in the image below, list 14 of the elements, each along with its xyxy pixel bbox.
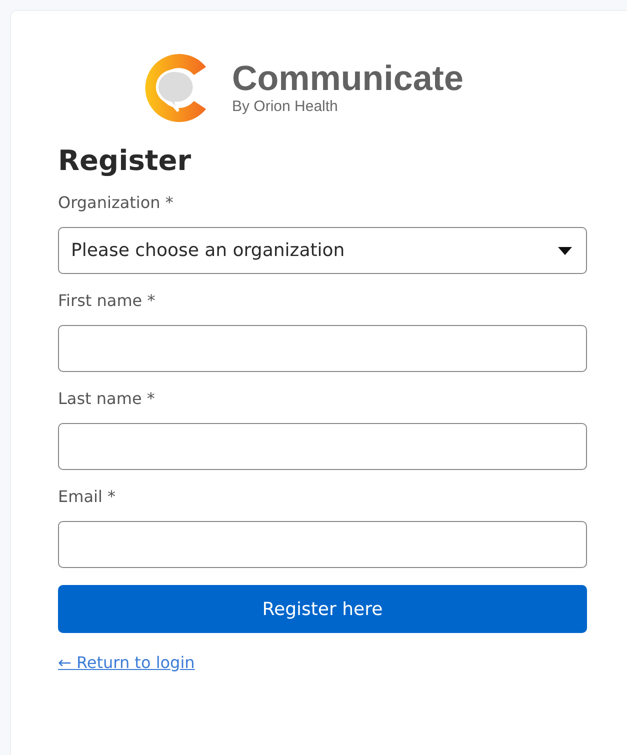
field-label: Last name * <box>58 389 156 409</box>
field-label: First name * <box>58 291 156 311</box>
input-field[interactable] <box>58 325 587 372</box>
field-label: Email * <box>58 487 116 507</box>
input-field[interactable] <box>58 521 587 568</box>
input-field[interactable] <box>58 423 587 470</box>
organization-dropdown[interactable]: Please choose an organization <box>58 227 587 274</box>
caret-icon <box>558 246 572 254</box>
page-heading: Register <box>58 143 192 179</box>
return-to-login-link[interactable]: ← Return to login <box>58 653 195 672</box>
register-button[interactable]: Register here <box>58 585 587 633</box>
field-label: Organization * <box>58 193 174 213</box>
brand-tagline: By Orion Health <box>232 98 339 116</box>
brand-name: Communicate <box>232 60 464 98</box>
